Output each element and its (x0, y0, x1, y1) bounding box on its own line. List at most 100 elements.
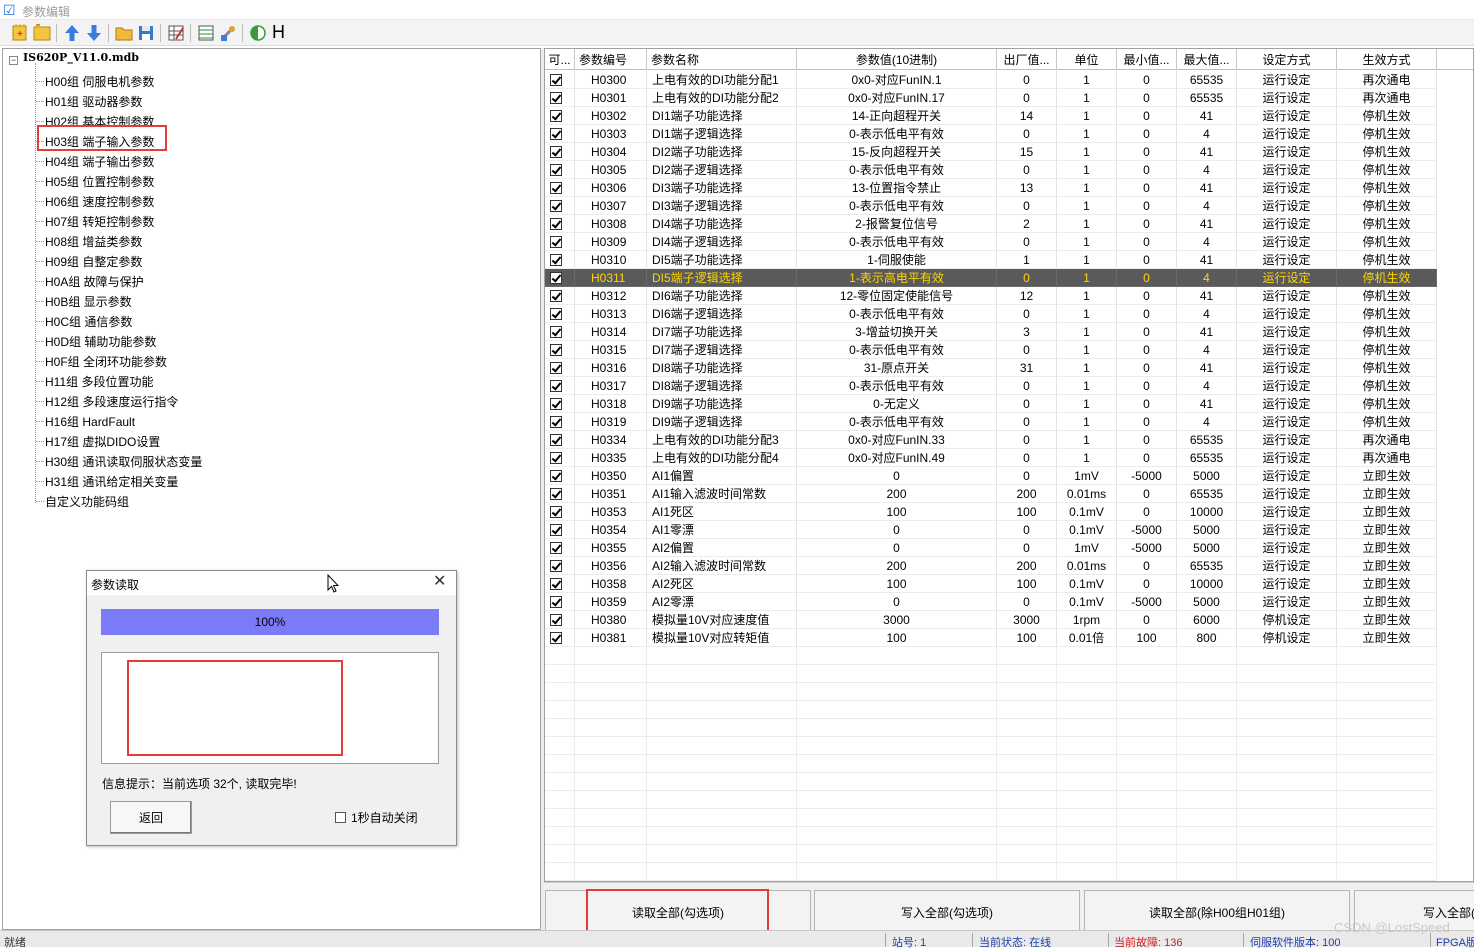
column-header[interactable]: 生效方式 (1337, 49, 1437, 70)
checkbox-checked-icon[interactable] (550, 488, 562, 500)
tree-root[interactable]: IS620P_V11.0.mdb (23, 51, 139, 64)
table-row[interactable]: H0307 DI3端子逻辑选择 0-表示低电平有效 0 1 0 4 运行设定 停机生效 (545, 197, 1437, 215)
checkbox-checked-icon[interactable] (550, 344, 562, 356)
new-folder-icon[interactable] (32, 23, 52, 43)
h-button[interactable]: H (272, 22, 292, 42)
tree-item[interactable]: H16组 HardFault (36, 411, 336, 431)
checkbox-checked-icon[interactable] (550, 254, 562, 266)
checkbox-checked-icon[interactable] (550, 416, 562, 428)
column-header[interactable]: 最大值... (1177, 49, 1237, 70)
checkbox-checked-icon[interactable] (550, 146, 562, 158)
table-row[interactable]: H0300 上电有效的DI功能分配1 0x0-对应FunIN.1 0 1 0 65535 运行… (545, 71, 1437, 89)
tree-item[interactable]: H06组 速度控制参数 (36, 191, 336, 211)
table-row[interactable]: H0316 DI8端子功能选择 31-原点开关 31 1 0 41 运行设定 停机生效 (545, 359, 1437, 377)
arrow-down-icon[interactable] (84, 23, 104, 43)
table-row[interactable]: H0334 上电有效的DI功能分配3 0x0-对应FunIN.33 0 1 0 65535 运… (545, 431, 1437, 449)
table-row[interactable]: H0353 AI1死区 100 100 0.1mV 0 10000 运行设定 立即生效 (545, 503, 1437, 521)
table-row[interactable]: H0355 AI2偏置 0 0 1mV -5000 5000 运行设定 立即生效 (545, 539, 1437, 557)
table-row[interactable]: H0359 AI2零漂 0 0 0.1mV -5000 5000 运行设定 立即生效 (545, 593, 1437, 611)
collapse-icon[interactable]: − (9, 56, 18, 65)
tree-item[interactable]: H0A组 故障与保护 (36, 271, 336, 291)
checkbox-checked-icon[interactable] (550, 632, 562, 644)
tree-item[interactable]: H09组 自整定参数 (36, 251, 336, 271)
tree-item[interactable]: H00组 伺服电机参数 (36, 71, 336, 91)
checkbox-checked-icon[interactable] (550, 398, 562, 410)
column-header[interactable]: 参数编号 (575, 49, 647, 70)
read-all-except-button[interactable]: 读取全部(除H00组H01组) (1084, 890, 1350, 932)
column-header[interactable]: 可... (545, 49, 575, 70)
back-button[interactable]: 返回 (110, 801, 192, 834)
open-folder-icon[interactable] (114, 23, 134, 43)
checkbox-checked-icon[interactable] (550, 560, 562, 572)
checkbox-checked-icon[interactable] (550, 506, 562, 518)
table-row[interactable]: H0303 DI1端子逻辑选择 0-表示低电平有效 0 1 0 4 运行设定 停机生效 (545, 125, 1437, 143)
table-row[interactable]: H0308 DI4端子功能选择 2-报警复位信号 2 1 0 41 运行设定 停机生效 (545, 215, 1437, 233)
table-row[interactable]: H0350 AI1偏置 0 0 1mV -5000 5000 运行设定 立即生效 (545, 467, 1437, 485)
auto-close-checkbox[interactable]: 1秒自动关闭 (335, 809, 418, 826)
checkbox-checked-icon[interactable] (550, 452, 562, 464)
tree-item[interactable]: H0C组 通信参数 (36, 311, 336, 331)
column-header[interactable]: 出厂值... (997, 49, 1057, 70)
checkbox-checked-icon[interactable] (550, 542, 562, 554)
checkbox-checked-icon[interactable] (550, 218, 562, 230)
tools-icon[interactable] (218, 23, 238, 43)
table-row[interactable]: H0310 DI5端子功能选择 1-伺服使能 1 1 0 41 运行设定 停机生效 (545, 251, 1437, 269)
table-row[interactable]: H0318 DI9端子功能选择 0-无定义 0 1 0 41 运行设定 停机生效 (545, 395, 1437, 413)
tree-item[interactable]: H30组 通讯读取伺服状态变量 (36, 451, 336, 471)
checkbox-checked-icon[interactable] (550, 614, 562, 626)
table-row[interactable]: H0301 上电有效的DI功能分配2 0x0-对应FunIN.17 0 1 0 65535 运… (545, 89, 1437, 107)
column-header[interactable]: 设定方式 (1237, 49, 1337, 70)
table-row[interactable]: H0319 DI9端子逻辑选择 0-表示低电平有效 0 1 0 4 运行设定 停机生效 (545, 413, 1437, 431)
tree-item[interactable]: 自定义功能码组 (36, 491, 336, 511)
checkbox-icon[interactable] (335, 812, 346, 823)
checkbox-checked-icon[interactable] (550, 470, 562, 482)
tree-item[interactable]: H04组 端子输出参数 (36, 151, 336, 171)
close-icon[interactable]: ✕ (433, 574, 446, 590)
checkbox-checked-icon[interactable] (550, 92, 562, 104)
table-row[interactable]: H0302 DI1端子功能选择 14-正向超程开关 14 1 0 41 运行设定 停机生效 (545, 107, 1437, 125)
table-row[interactable]: H0306 DI3端子功能选择 13-位置指令禁止 13 1 0 41 运行设定 停机生效 (545, 179, 1437, 197)
tree-item[interactable]: H0B组 显示参数 (36, 291, 336, 311)
table-row[interactable]: H0380 模拟量10V对应速度值 3000 3000 1rpm 0 6000 停机设定 立即生… (545, 611, 1437, 629)
edit-table-icon[interactable] (166, 23, 186, 43)
column-header[interactable]: 最小值... (1117, 49, 1177, 70)
checkbox-checked-icon[interactable] (550, 578, 562, 590)
table-row[interactable]: H0311 DI5端子逻辑选择 1-表示高电平有效 0 1 0 4 运行设定 停机生效 (545, 269, 1437, 287)
arrow-up-icon[interactable] (62, 23, 82, 43)
checkbox-checked-icon[interactable] (550, 200, 562, 212)
checkbox-checked-icon[interactable] (550, 272, 562, 284)
checkbox-checked-icon[interactable] (550, 236, 562, 248)
column-header[interactable]: 单位 (1057, 49, 1117, 70)
tree-item[interactable]: H0D组 辅助功能参数 (36, 331, 336, 351)
checkbox-checked-icon[interactable] (550, 164, 562, 176)
checkbox-checked-icon[interactable] (550, 110, 562, 122)
table-row[interactable]: H0313 DI6端子逻辑选择 0-表示低电平有效 0 1 0 4 运行设定 停机生效 (545, 305, 1437, 323)
save-icon[interactable] (136, 23, 156, 43)
table-row[interactable]: H0314 DI7端子功能选择 3-增益切换开关 3 1 0 41 运行设定 停机生效 (545, 323, 1437, 341)
table-row[interactable]: H0354 AI1零漂 0 0 0.1mV -5000 5000 运行设定 立即生效 (545, 521, 1437, 539)
checkbox-checked-icon[interactable] (550, 362, 562, 374)
tree-item[interactable]: H01组 驱动器参数 (36, 91, 336, 111)
checkbox-checked-icon[interactable] (550, 128, 562, 140)
checkbox-checked-icon[interactable] (550, 524, 562, 536)
table-row[interactable]: H0312 DI6端子功能选择 12-零位固定使能信号 12 1 0 41 运行设定 停机生效 (545, 287, 1437, 305)
tree-item[interactable]: H0F组 全闭环功能参数 (36, 351, 336, 371)
checkbox-checked-icon[interactable] (550, 74, 562, 86)
column-header[interactable]: 参数名称 (647, 49, 797, 70)
checkbox-checked-icon[interactable] (550, 596, 562, 608)
column-header[interactable]: 参数值(10进制) (797, 49, 997, 70)
table-row[interactable]: H0304 DI2端子功能选择 15-反向超程开关 15 1 0 41 运行设定 停机生效 (545, 143, 1437, 161)
table-row[interactable]: H0351 AI1输入滤波时间常数 200 200 0.01ms 0 65535 运行设定 立即… (545, 485, 1437, 503)
write-all-checked-button[interactable]: 写入全部(勾选项) (814, 890, 1080, 932)
checkbox-checked-icon[interactable] (550, 308, 562, 320)
tree-item[interactable]: H11组 多段位置功能 (36, 371, 336, 391)
tree-item[interactable]: H12组 多段速度运行指令 (36, 391, 336, 411)
table-row[interactable]: H0358 AI2死区 100 100 0.1mV 0 10000 运行设定 立即生效 (545, 575, 1437, 593)
table-row[interactable]: H0356 AI2输入滤波时间常数 200 200 0.01ms 0 65535 运行设定 立即… (545, 557, 1437, 575)
table-row[interactable]: H0381 模拟量10V对应转矩值 100 100 0.01倍 100 800 停机设定 立即生… (545, 629, 1437, 647)
table-row[interactable]: H0305 DI2端子逻辑选择 0-表示低电平有效 0 1 0 4 运行设定 停机生效 (545, 161, 1437, 179)
table-row[interactable]: H0335 上电有效的DI功能分配4 0x0-对应FunIN.49 0 1 0 65535 运… (545, 449, 1437, 467)
tree-item[interactable]: H05组 位置控制参数 (36, 171, 336, 191)
checkbox-checked-icon[interactable] (550, 182, 562, 194)
tree-item[interactable]: H08组 增益类参数 (36, 231, 336, 251)
